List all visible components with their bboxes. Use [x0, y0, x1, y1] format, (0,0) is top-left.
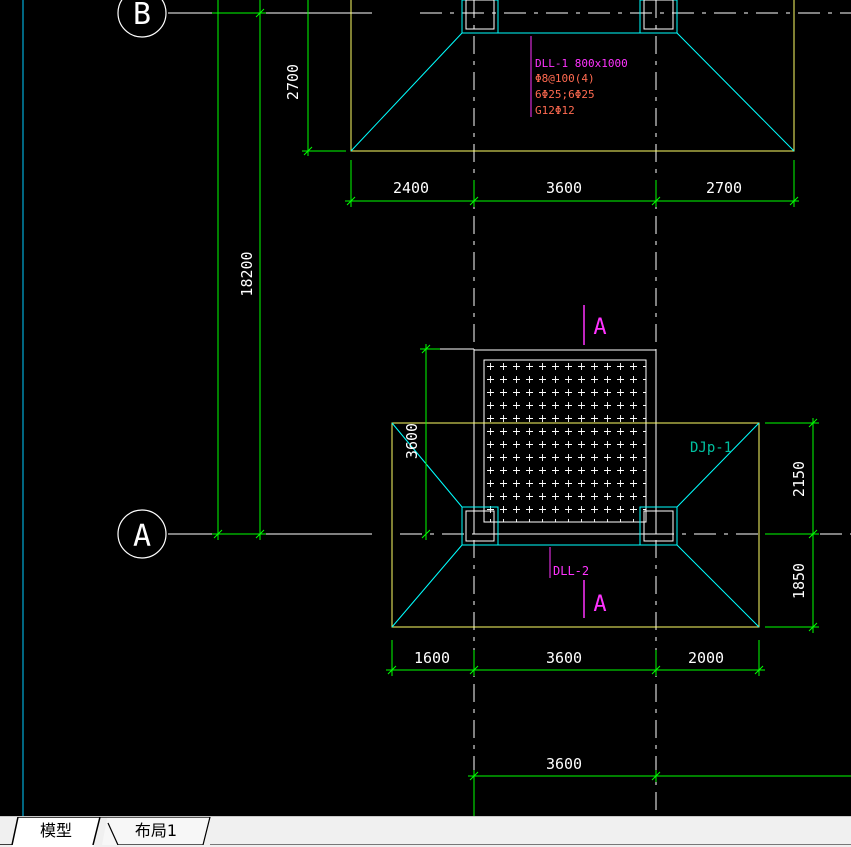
dim-right-lower: 1850 [790, 563, 808, 599]
hatched-column-area [483, 359, 647, 523]
dimension-lower-right [765, 418, 819, 633]
axis-label-a: A [133, 519, 151, 554]
section-mark-top: A [583, 305, 607, 345]
tab-layout1-label: 布局1 [134, 821, 178, 840]
dimension-bottom-span [468, 770, 851, 816]
dim-lower-right: 2000 [688, 649, 724, 667]
axis-bubble-b[interactable]: B [117, 0, 167, 38]
cad-drawing-svg[interactable]: B A DLL-1 800x1000 Φ8@100(4) 6Φ25;6Φ25 G… [0, 0, 851, 816]
beam-upper-side: G12Φ12 [535, 104, 575, 117]
dim-lower-left: 1600 [414, 649, 450, 667]
cad-drawing-canvas[interactable]: B A DLL-1 800x1000 Φ8@100(4) 6Φ25;6Φ25 G… [0, 0, 851, 816]
dim-top-left: 2400 [393, 179, 429, 197]
axis-label-b: B [133, 0, 151, 32]
beam-upper-title: DLL-1 800x1000 [535, 57, 628, 70]
beam-upper-main: 6Φ25;6Φ25 [535, 88, 595, 101]
section-label-top: A [593, 315, 606, 340]
axis-bubble-a[interactable]: A [117, 509, 167, 559]
dim-top-right: 2700 [706, 179, 742, 197]
beam-annotation-upper: DLL-1 800x1000 Φ8@100(4) 6Φ25;6Φ25 G12Φ1… [530, 36, 628, 117]
dim-pad-height: 3600 [403, 423, 421, 459]
dim-top-mid: 3600 [546, 179, 582, 197]
beam-annotation-lower: DLL-2 [549, 547, 589, 578]
dim-lower-mid: 3600 [546, 649, 582, 667]
beam-upper-stirrup: Φ8@100(4) [535, 72, 595, 85]
lower-pad-outline[interactable] [433, 348, 657, 535]
layout-tab-bar: 模型 布局1 [0, 816, 851, 847]
foundation-label: DJp-1 [690, 440, 732, 456]
section-mark-bottom: A [583, 580, 607, 618]
dim-axis-spacing: 18200 [238, 251, 256, 296]
section-label-bottom: A [593, 592, 606, 617]
dimension-pad-vertical [420, 344, 440, 540]
dim-right-upper: 2150 [790, 461, 808, 497]
tab-model[interactable]: 模型 [12, 817, 100, 847]
dim-bottom-span: 3600 [546, 755, 582, 773]
beam-lower-label: DLL-2 [553, 564, 589, 578]
tab-layout1[interactable]: 布局1 [102, 817, 210, 845]
dimension-upper-vertical [302, 0, 346, 156]
dim-top-height: 2700 [284, 64, 302, 100]
tab-model-label: 模型 [39, 821, 72, 840]
